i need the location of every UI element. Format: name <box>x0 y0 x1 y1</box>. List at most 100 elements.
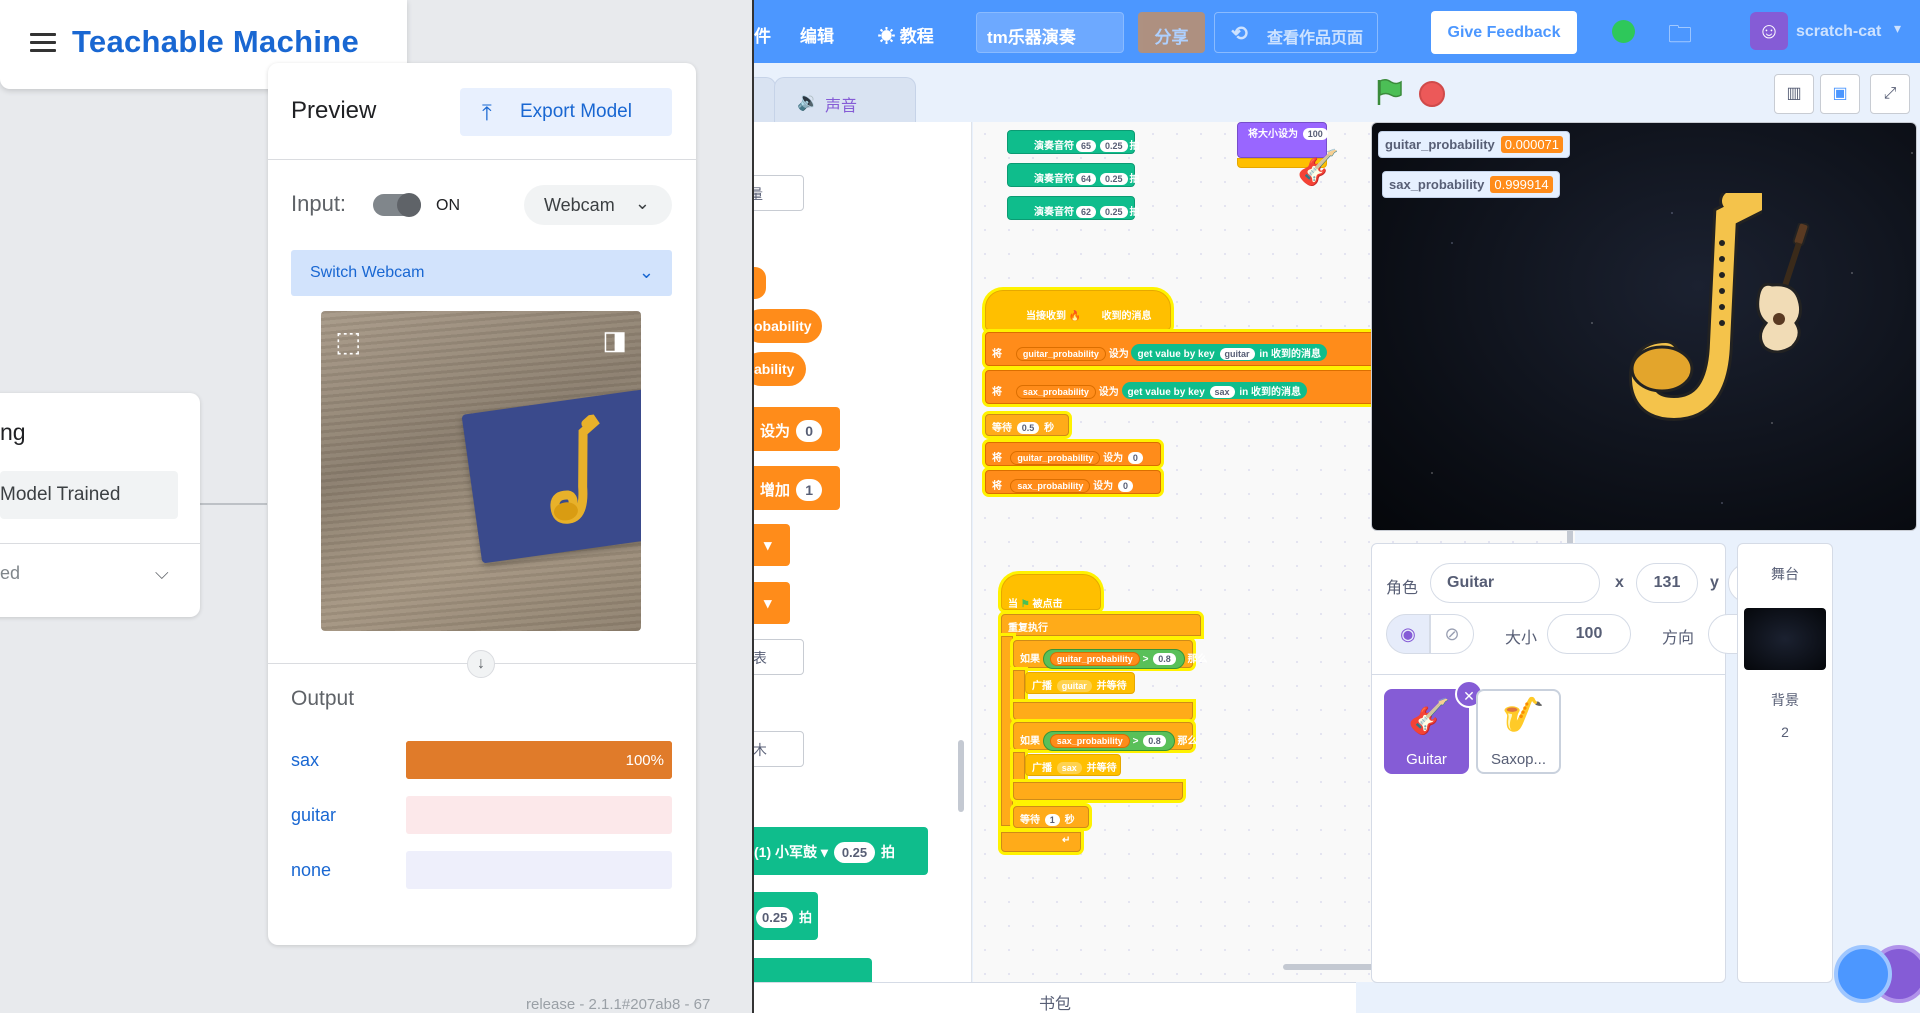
train-status-button[interactable]: Model Trained <box>0 471 178 519</box>
set-variable-block[interactable]: 将 guitar_probability 设为 get value by key… <box>985 332 1377 366</box>
value[interactable]: 0 <box>1127 452 1143 464</box>
green-flag-button[interactable] <box>1372 76 1404 108</box>
wait-value[interactable]: 1 <box>1044 814 1060 826</box>
key-value[interactable]: guitar <box>1219 348 1255 360</box>
forever-block[interactable]: 重复执行 <box>1001 614 1201 636</box>
when-receive-hat[interactable]: 当接收到 🔥 收到的消息 <box>985 290 1171 330</box>
threshold-value[interactable]: 0.8 <box>1143 735 1166 747</box>
set-variable-block[interactable]: 将 sax_probability 设为 0 <box>985 470 1161 494</box>
username[interactable]: scratch-cat <box>1796 23 1881 41</box>
stage-canvas[interactable]: guitar_probability 0.000071 sax_probabili… <box>1371 122 1917 531</box>
sprite-name-input[interactable]: Guitar <box>1430 563 1600 603</box>
advanced-toggle-label[interactable]: ed <box>0 563 20 584</box>
flip-icon[interactable]: ◨ <box>602 325 627 356</box>
set-variable-block[interactable]: 设为 0 <box>754 407 840 451</box>
music-block[interactable] <box>754 958 872 982</box>
file-menu[interactable]: 件 <box>754 22 771 47</box>
greater-than-operator[interactable]: sax_probability > 0.8 <box>1042 731 1175 751</box>
x-input[interactable]: 131 <box>1636 563 1698 603</box>
fullscreen-button[interactable]: ⤢ <box>1870 74 1910 114</box>
variable-dropdown[interactable]: sax_probability <box>1015 385 1096 399</box>
size-value[interactable]: 100 <box>1302 128 1328 140</box>
note-beats[interactable]: 0.25 <box>1100 173 1128 185</box>
variable-block[interactable] <box>754 267 766 299</box>
tab-costumes[interactable] <box>754 77 776 123</box>
play-note-block[interactable]: 演奏音符 64 0.25 拍 <box>1007 163 1140 187</box>
note-value[interactable]: 65 <box>1076 140 1097 152</box>
broadcast-and-wait-block[interactable]: 广播 sax 并等待 <box>1025 754 1121 776</box>
folder-icon[interactable]: 🗀 <box>1668 17 1692 58</box>
value[interactable]: 0 <box>1117 480 1133 492</box>
drum-name[interactable]: (1) 小军鼓 <box>754 844 817 860</box>
message-dropdown[interactable]: guitar <box>1056 680 1092 692</box>
chevron-down-icon[interactable]: ⌵ <box>155 563 169 584</box>
switch-webcam-select[interactable]: Switch Webcam ⌄ <box>291 250 672 296</box>
variable-reporter[interactable]: guitar_probability <box>1049 652 1140 666</box>
saxophone-sprite[interactable] <box>1622 193 1762 423</box>
size-input[interactable]: 100 <box>1547 614 1631 654</box>
note-value[interactable]: 62 <box>1076 206 1097 218</box>
if-block[interactable]: 如果 guitar_probability > 0.8 那么 <box>1013 640 1208 669</box>
variable-reporter[interactable]: obability <box>754 309 822 343</box>
share-button[interactable]: 分享 <box>1138 12 1205 53</box>
set-variable-block[interactable]: 将 sax_probability 设为 get value by key sa… <box>985 370 1377 404</box>
give-feedback-button[interactable]: Give Feedback <box>1431 11 1577 54</box>
wait-value[interactable]: 0.5 <box>1016 422 1040 434</box>
wait-block[interactable]: 等待 0.5 秒 <box>985 414 1069 436</box>
rest-block[interactable]: 0.25 拍 <box>754 892 818 940</box>
variable-dropdown[interactable]: guitar_probability <box>1010 451 1101 465</box>
variable-monitor[interactable]: guitar_probability 0.000071 <box>1378 131 1571 158</box>
drum-beats[interactable]: 0.25 <box>833 842 876 863</box>
variable-reporter[interactable]: sax_probability <box>1049 734 1130 748</box>
tutorials-menu[interactable]: ☀ 教程 <box>878 22 934 47</box>
broadcast-and-wait-block[interactable]: 广播 guitar 并等待 <box>1025 672 1135 694</box>
note-beats[interactable]: 0.25 <box>1100 140 1128 152</box>
stop-button[interactable] <box>1419 81 1445 107</box>
make-list-button[interactable]: ]表 <box>754 639 804 675</box>
when-flag-clicked-hat[interactable]: 当 ⚑ 被点击 <box>1001 574 1101 610</box>
see-project-page-button[interactable]: ⟲ 查看作品页面 <box>1214 12 1378 53</box>
edit-menu[interactable]: 编辑 <box>800 22 834 47</box>
if-block[interactable]: 如果 sax_probability > 0.8 那么 <box>1013 722 1198 751</box>
stage-thumbnail[interactable] <box>1744 608 1826 670</box>
set-variable-block[interactable]: 将 guitar_probability 设为 0 <box>985 442 1161 466</box>
key-value[interactable]: sax <box>1209 386 1235 398</box>
variable-reporter[interactable]: ability <box>754 352 806 386</box>
add-backdrop-button[interactable] <box>1834 945 1892 1003</box>
show-variable-block[interactable]: ▾ <box>754 524 790 566</box>
normal-stage-button[interactable]: ▣ <box>1820 74 1860 114</box>
stage-selector[interactable]: 舞台 背景 2 <box>1737 543 1833 983</box>
wait-block[interactable]: 等待 1 秒 <box>1013 806 1089 828</box>
export-model-button[interactable]: ⤒ Export Model <box>460 88 672 136</box>
sprite-tile-guitar[interactable]: 🎸 Guitar ✕ <box>1384 680 1483 774</box>
backpack[interactable]: 书包 <box>754 982 1356 1013</box>
get-value-reporter[interactable]: get value by key sax in 收到的消息 <box>1121 382 1308 399</box>
message-dropdown[interactable]: sax <box>1056 762 1082 774</box>
change-variable-block[interactable]: 增加 1 <box>754 466 840 510</box>
play-note-block[interactable]: 演奏音符 65 0.25 拍 <box>1007 130 1140 154</box>
small-stage-button[interactable]: ▥ <box>1774 74 1814 114</box>
hide-sprite-icon[interactable]: ⊘ <box>1430 614 1474 654</box>
change-value[interactable]: 1 <box>796 479 822 501</box>
variable-monitor[interactable]: sax_probability 0.999914 <box>1382 171 1560 198</box>
variable-dropdown[interactable]: sax_probability <box>1010 479 1091 493</box>
input-source-select[interactable]: Webcam ⌄ <box>524 185 672 225</box>
tab-sounds[interactable]: 🔉 声音 <box>774 77 916 123</box>
palette-scrollbar[interactable] <box>958 740 964 812</box>
make-variable-button[interactable]: 量 <box>754 175 804 211</box>
crop-icon[interactable]: ⬚ <box>335 325 361 358</box>
threshold-value[interactable]: 0.8 <box>1153 653 1176 665</box>
block-item[interactable]: ]木 <box>754 731 804 767</box>
note-value[interactable]: 64 <box>1076 173 1097 185</box>
menu-icon[interactable] <box>30 33 56 53</box>
set-value[interactable]: 0 <box>796 420 822 442</box>
variable-dropdown[interactable]: guitar_probability <box>1015 347 1106 361</box>
greater-than-operator[interactable]: guitar_probability > 0.8 <box>1042 649 1185 669</box>
get-value-reporter[interactable]: get value by key guitar in 收到的消息 <box>1131 344 1327 361</box>
input-toggle[interactable] <box>373 193 421 217</box>
project-title-input[interactable]: tm乐器演奏 <box>976 12 1124 53</box>
rest-beats[interactable]: 0.25 <box>756 907 794 928</box>
sprite-tile-saxophone[interactable]: 🎷 Saxop... <box>1476 689 1561 774</box>
hide-variable-block[interactable]: ▾ <box>754 582 790 624</box>
show-sprite-icon[interactable]: ◉ <box>1386 614 1430 654</box>
